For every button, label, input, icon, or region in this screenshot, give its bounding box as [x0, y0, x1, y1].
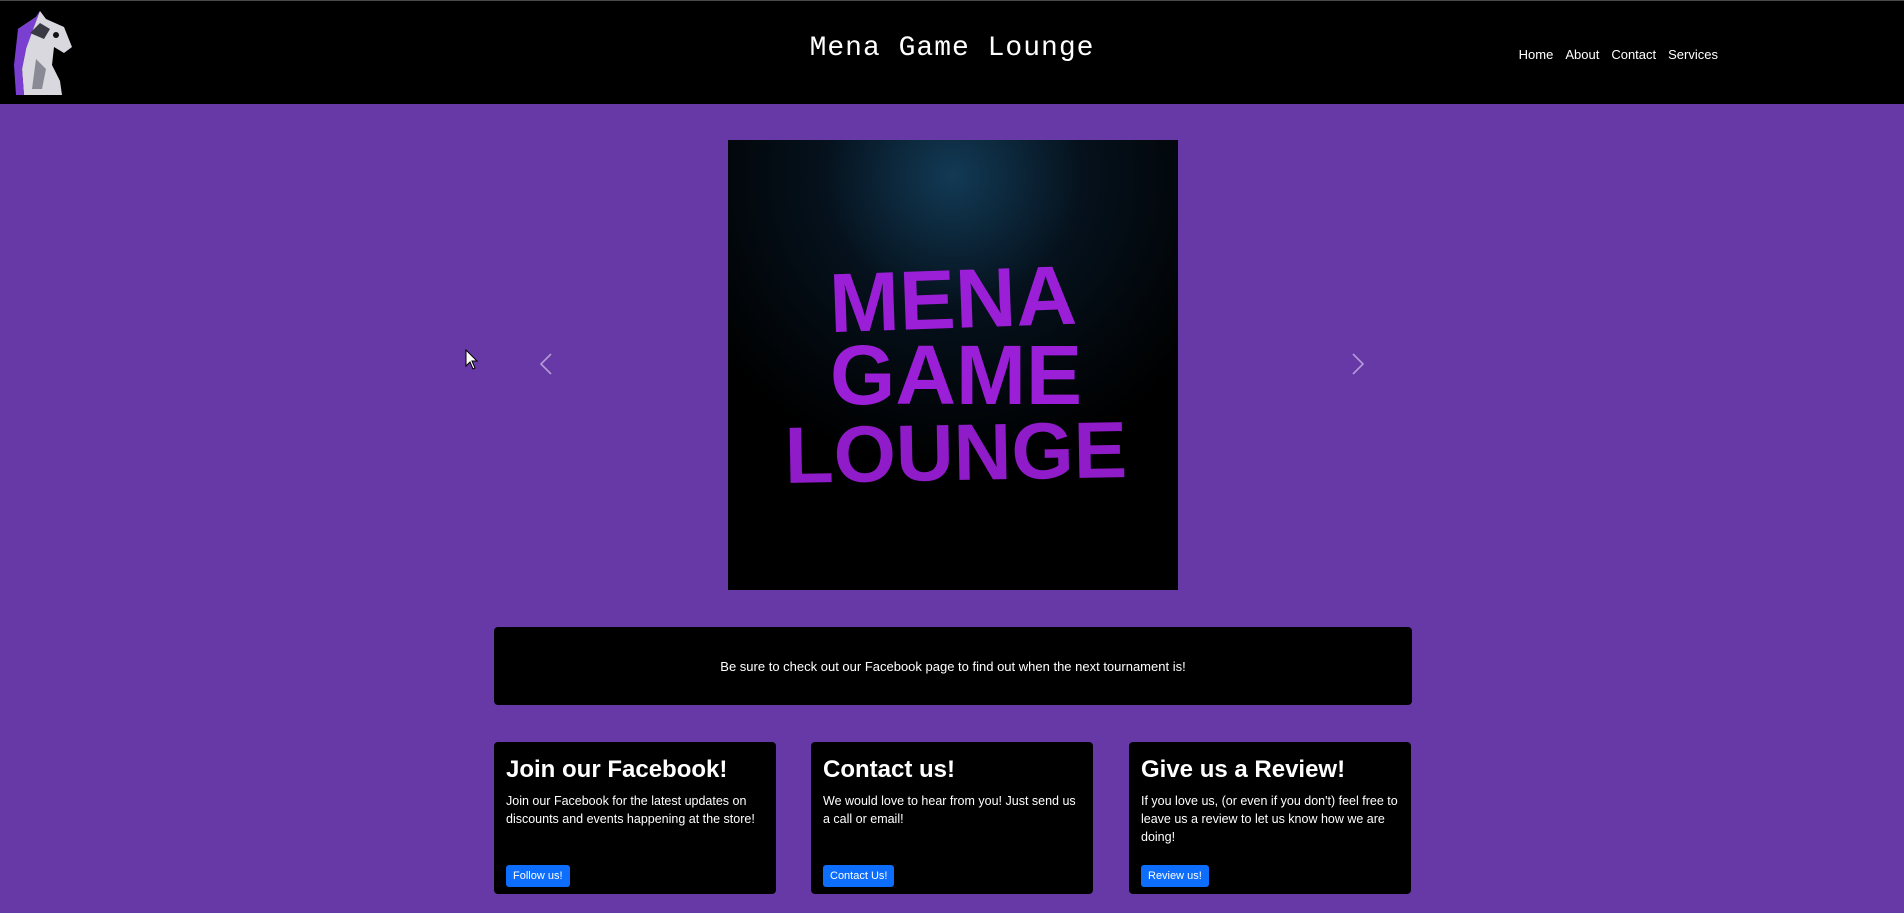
chevron-left-icon[interactable]: [537, 352, 557, 376]
nav-services-link[interactable]: Services: [1668, 47, 1718, 62]
card-body: We would love to hear from you! Just sen…: [823, 794, 1076, 826]
mena-game-lounge-slide: MENA GAME LOUNGE: [728, 140, 1178, 590]
contact-us-button[interactable]: Contact Us!: [823, 865, 895, 887]
contact-card: Contact us! We would love to hear from y…: [811, 742, 1093, 894]
slide-text-line-3: LOUNGE: [784, 405, 1128, 500]
card-title: Contact us!: [823, 756, 955, 783]
announcement-banner: Be sure to check out our Facebook page t…: [494, 627, 1412, 705]
review-card: Give us a Review! If you love us, (or ev…: [1129, 742, 1411, 894]
card-title: Give us a Review!: [1141, 756, 1346, 783]
nav-links: Home About Contact Services: [1519, 47, 1718, 62]
chevron-right-icon[interactable]: [1347, 352, 1367, 376]
follow-us-button[interactable]: Follow us!: [506, 865, 570, 887]
image-carousel: MENA GAME LOUNGE: [728, 140, 1178, 590]
nav-about-link[interactable]: About: [1565, 47, 1599, 62]
facebook-card: Join our Facebook! Join our Facebook for…: [494, 742, 776, 894]
card-body: If you love us, (or even if you don't) f…: [1141, 794, 1398, 844]
nav-contact-link[interactable]: Contact: [1611, 47, 1656, 62]
navbar: Mena Game Lounge Home About Contact Serv…: [0, 0, 1904, 104]
mouse-cursor-icon: [465, 349, 479, 370]
review-us-button[interactable]: Review us!: [1141, 865, 1209, 887]
card-title: Join our Facebook!: [506, 756, 728, 783]
card-body: Join our Facebook for the latest updates…: [506, 794, 755, 826]
nav-home-link[interactable]: Home: [1519, 47, 1554, 62]
announcement-text: Be sure to check out our Facebook page t…: [720, 658, 1186, 674]
